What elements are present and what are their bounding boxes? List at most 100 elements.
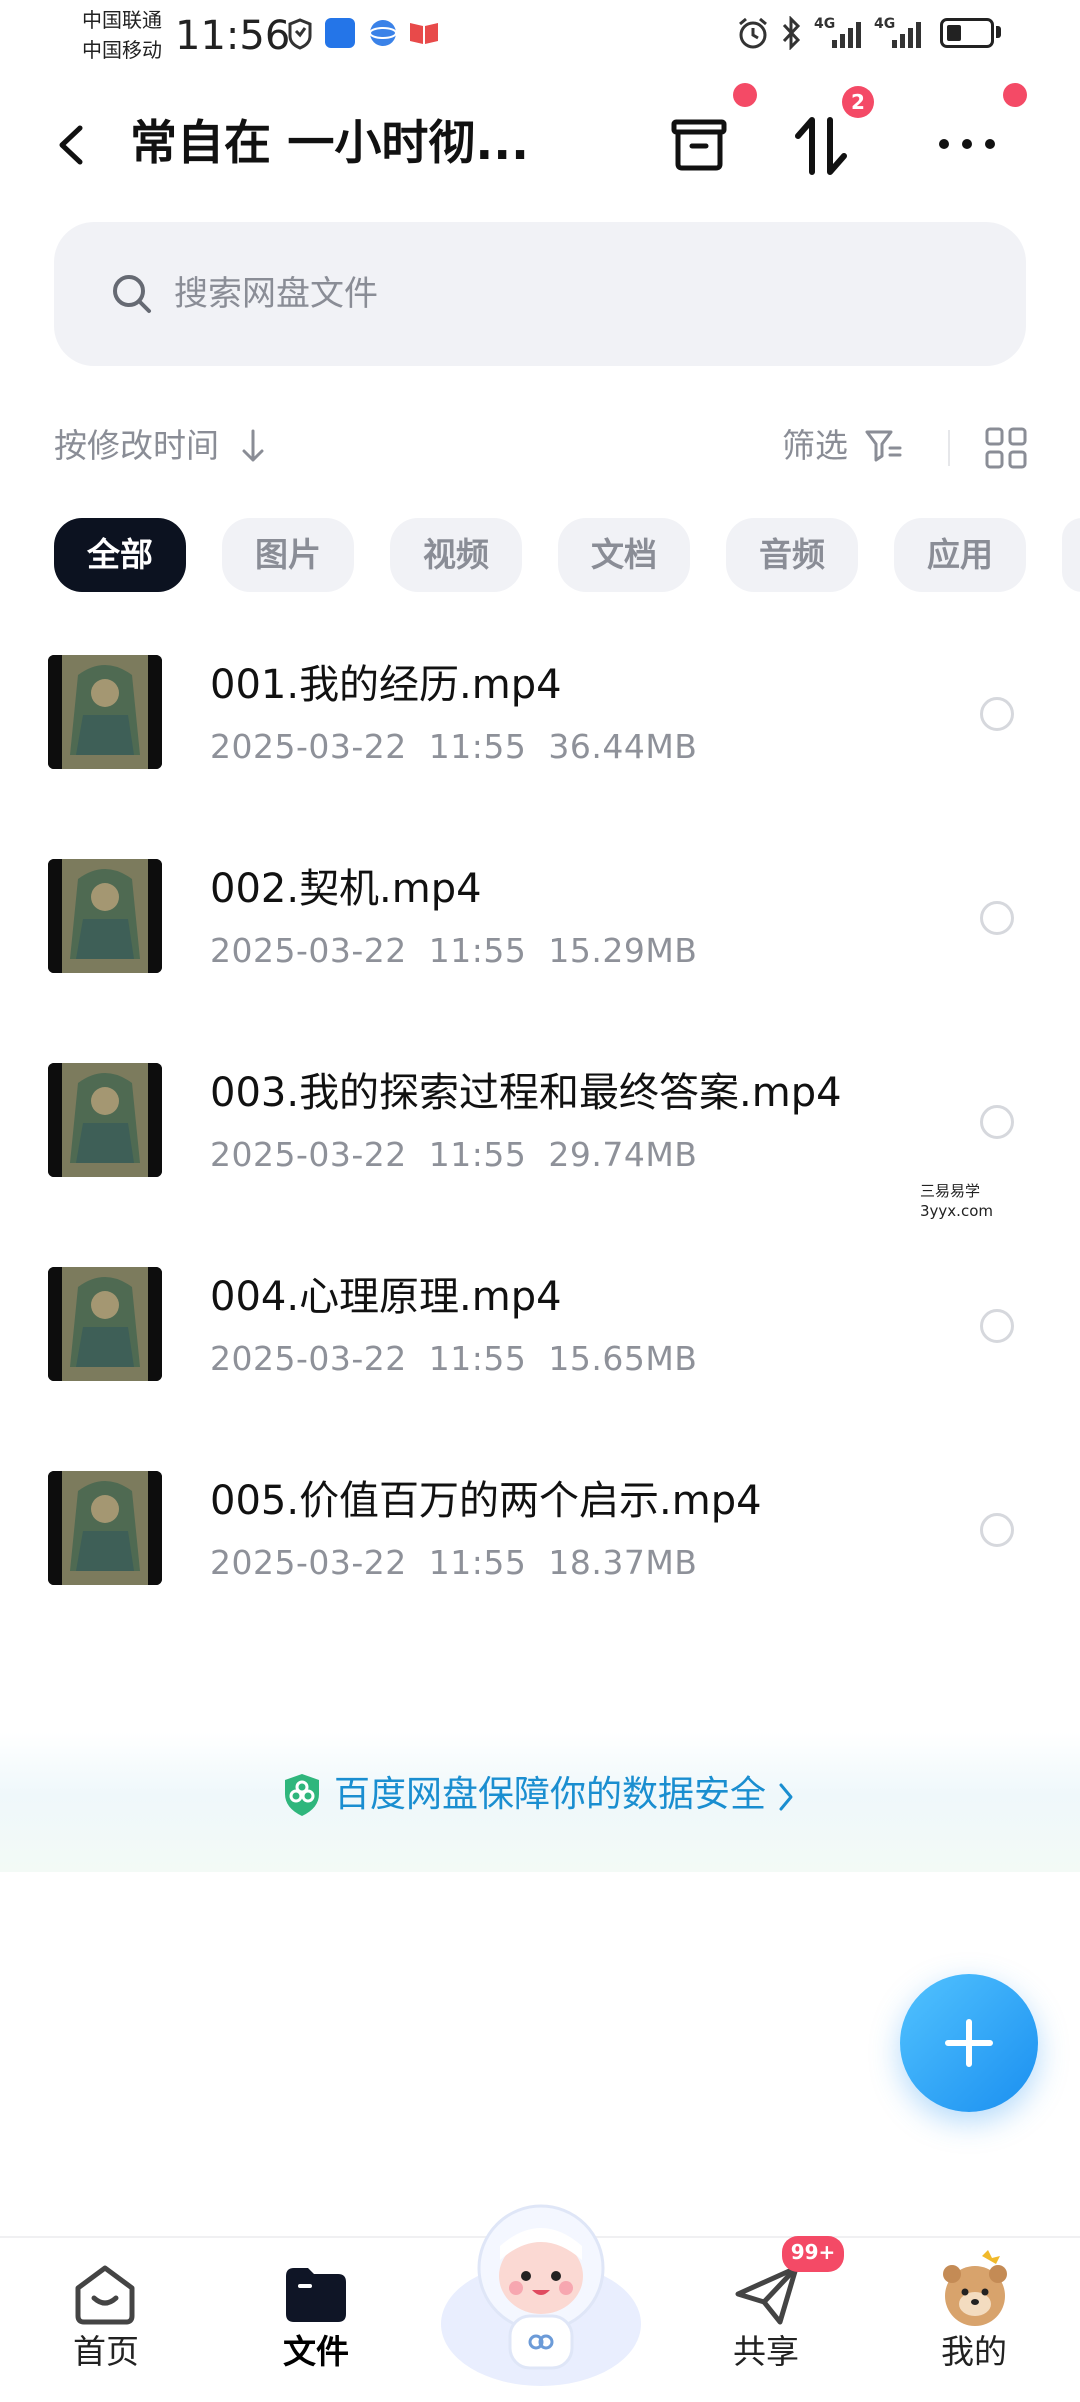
share-count-badge: 99+ [782, 2236, 844, 2272]
archive-box-icon[interactable] [668, 108, 738, 180]
file-time: 11:55 [428, 931, 527, 970]
security-icon [288, 18, 312, 50]
nav-tab-home[interactable]: 首页 [36, 2240, 176, 2390]
search-icon [113, 275, 151, 313]
bluetooth-icon [782, 16, 801, 50]
nav-label-home: 首页 [73, 2332, 139, 2371]
video-thumbnail [48, 859, 162, 973]
plus-icon [945, 2019, 993, 2067]
file-date: 2025-03-22 [210, 1543, 407, 1582]
category-chip-all[interactable]: 全部 [54, 518, 186, 592]
transfer-count-badge: 2 [842, 86, 874, 118]
file-name: 004.心理原理.mp4 [210, 1274, 562, 1320]
video-thumbnail [48, 1063, 162, 1177]
file-time: 11:55 [428, 1135, 527, 1174]
nav-label-share: 共享 [733, 2332, 799, 2371]
page-title: 常自在 一小时彻... [130, 116, 529, 171]
select-radio[interactable] [980, 1105, 1014, 1139]
category-chip-documents[interactable]: 文档 [558, 518, 690, 592]
watermark-line-2: 3yyx.com [920, 1202, 993, 1220]
video-thumbnail [48, 655, 162, 769]
file-time: 11:55 [428, 727, 527, 766]
file-name: 005.价值百万的两个启示.mp4 [210, 1478, 762, 1524]
file-row[interactable]: 005.价值百万的两个启示.mp4 2025-03-22 11:55 18.37… [0, 1429, 1080, 1629]
sort-label: 按修改时间 [54, 426, 219, 465]
add-button[interactable] [900, 1974, 1038, 2112]
category-chip-apps[interactable]: 应用 [894, 518, 1026, 592]
more-notification-dot [1003, 83, 1027, 107]
file-size: 36.44MB [548, 727, 698, 766]
transfer-icon[interactable] [790, 108, 860, 180]
arrow-down-icon [242, 429, 264, 462]
video-thumbnail [48, 1267, 162, 1381]
file-date: 2025-03-22 [210, 931, 407, 970]
select-radio[interactable] [980, 901, 1014, 935]
archive-notification-dot [733, 83, 757, 107]
select-radio[interactable] [980, 1309, 1014, 1343]
carrier-2: 中国移动 [82, 38, 162, 62]
file-time: 11:55 [428, 1543, 527, 1582]
security-link[interactable]: 百度网盘保障你的数据安全 [334, 1770, 766, 1820]
mascot-assistant-button[interactable] [436, 2184, 646, 2394]
search-input[interactable]: 搜索网盘文件 [174, 270, 378, 318]
watermark-line-1: 三易易学 [920, 1182, 981, 1200]
nav-tab-mine[interactable]: 我的 [904, 2240, 1044, 2390]
file-row[interactable]: 001.我的经历.mp4 2025-03-22 11:55 36.44MB [0, 613, 1080, 813]
file-size: 18.37MB [548, 1543, 698, 1582]
category-chip-images[interactable]: 图片 [222, 518, 354, 592]
more-options-icon[interactable] [932, 108, 1002, 180]
app-notification-icon [325, 18, 355, 48]
mascot-icon [441, 2204, 641, 2386]
file-meta: 2025-03-22 11:55 29.74MB [210, 1131, 697, 1179]
filter-button[interactable]: 筛选 [782, 422, 848, 470]
folder-icon [286, 2268, 346, 2322]
signal-1-icon [832, 22, 861, 48]
file-size: 15.29MB [548, 931, 698, 970]
category-chip-audio[interactable]: 音频 [726, 518, 858, 592]
back-arrow-icon[interactable] [48, 110, 98, 180]
battery-tip [996, 26, 1001, 38]
nav-label-files: 文件 [283, 2332, 349, 2371]
filter-label: 筛选 [782, 426, 848, 465]
sort-button[interactable]: 按修改时间 [54, 422, 219, 470]
avatar [943, 2250, 1007, 2326]
paper-plane-icon [735, 2265, 799, 2325]
file-row[interactable]: 002.契机.mp4 2025-03-22 11:55 15.29MB [0, 817, 1080, 1017]
file-size: 29.74MB [548, 1135, 698, 1174]
file-meta: 2025-03-22 11:55 15.29MB [210, 927, 697, 975]
status-time: 11:56 [175, 13, 291, 59]
filter-icon [865, 430, 902, 462]
nav-tab-files[interactable]: 文件 [246, 2240, 386, 2390]
alarm-icon [739, 17, 767, 49]
file-row[interactable]: 003.我的探索过程和最终答案.mp4 2025-03-22 11:55 29.… [0, 1021, 1080, 1221]
file-name: 001.我的经历.mp4 [210, 662, 562, 708]
file-meta: 2025-03-22 11:55 36.44MB [210, 723, 697, 771]
category-chip-videos[interactable]: 视频 [390, 518, 522, 592]
browser-icon [369, 20, 397, 46]
category-chip-more[interactable] [1062, 518, 1080, 592]
select-radio[interactable] [980, 697, 1014, 731]
file-name: 003.我的探索过程和最终答案.mp4 [210, 1070, 842, 1116]
select-radio[interactable] [980, 1513, 1014, 1547]
reader-icon [410, 23, 438, 44]
video-thumbnail [48, 1471, 162, 1585]
file-row[interactable]: 004.心理原理.mp4 2025-03-22 11:55 15.65MB [0, 1225, 1080, 1425]
file-date: 2025-03-22 [210, 1339, 407, 1378]
file-meta: 2025-03-22 11:55 15.65MB [210, 1335, 697, 1383]
chevron-right-icon [779, 1783, 793, 1811]
file-size: 15.65MB [548, 1339, 698, 1378]
toolbar-divider [948, 430, 950, 466]
file-name: 002.契机.mp4 [210, 866, 482, 912]
battery-icon [940, 18, 994, 48]
battery-level [947, 25, 961, 41]
file-meta: 2025-03-22 11:55 18.37MB [210, 1539, 697, 1587]
file-time: 11:55 [428, 1339, 527, 1378]
status-bar: 中国联通 中国移动 11:56 4G 4G [0, 0, 1080, 70]
grid-view-icon[interactable] [984, 426, 1028, 470]
file-date: 2025-03-22 [210, 727, 407, 766]
security-text: 百度网盘保障你的数据安全 [334, 1774, 767, 1815]
home-icon [75, 2265, 135, 2325]
signal-2-icon [892, 22, 921, 48]
shield-icon [285, 1774, 319, 1816]
carrier-1: 中国联通 [82, 8, 162, 32]
